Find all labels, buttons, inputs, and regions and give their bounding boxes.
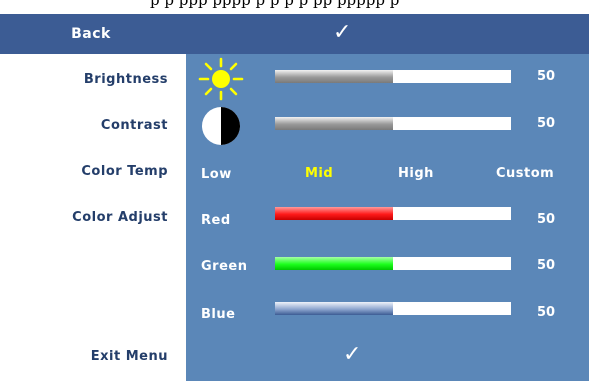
color-temp-option-mid[interactable]: Mid	[305, 166, 333, 181]
green-slider[interactable]	[275, 257, 511, 270]
back-label: Back	[71, 26, 111, 42]
back-check-icon[interactable]: ✓	[333, 20, 351, 45]
color-adjust-label: Color Adjust	[72, 210, 168, 225]
color-temp-option-custom[interactable]: Custom	[496, 166, 554, 181]
color-temp-option-high[interactable]: High	[398, 166, 434, 181]
back-row[interactable]: Back ✓	[0, 14, 589, 54]
blue-value: 50	[537, 305, 556, 320]
red-label: Red	[201, 213, 231, 228]
brightness-value: 50	[537, 69, 556, 84]
brightness-slider[interactable]	[275, 70, 511, 83]
contrast-slider[interactable]	[275, 117, 511, 130]
red-slider-fill	[275, 207, 393, 220]
contrast-icon	[202, 107, 240, 145]
contrast-value: 50	[537, 116, 556, 131]
exit-menu-label[interactable]: Exit Menu	[91, 349, 168, 364]
green-label: Green	[201, 259, 248, 274]
contrast-label: Contrast	[100, 118, 168, 133]
blue-label: Blue	[201, 307, 236, 322]
brightness-label: Brightness	[83, 72, 168, 87]
color-temp-option-low[interactable]: Low	[201, 167, 232, 182]
exit-check-icon[interactable]: ✓	[343, 342, 361, 367]
sun-icon	[198, 57, 244, 101]
green-value: 50	[537, 258, 556, 273]
brightness-slider-fill	[275, 70, 393, 83]
blue-slider[interactable]	[275, 302, 511, 315]
top-cutoff-text: p p ppp pppp p p p p pp ppppp p	[0, 0, 589, 14]
green-slider-fill	[275, 257, 393, 270]
red-slider[interactable]	[275, 207, 511, 220]
color-temp-label: Color Temp	[81, 164, 168, 179]
red-value: 50	[537, 212, 556, 227]
blue-slider-fill	[275, 302, 393, 315]
contrast-slider-fill	[275, 117, 393, 130]
